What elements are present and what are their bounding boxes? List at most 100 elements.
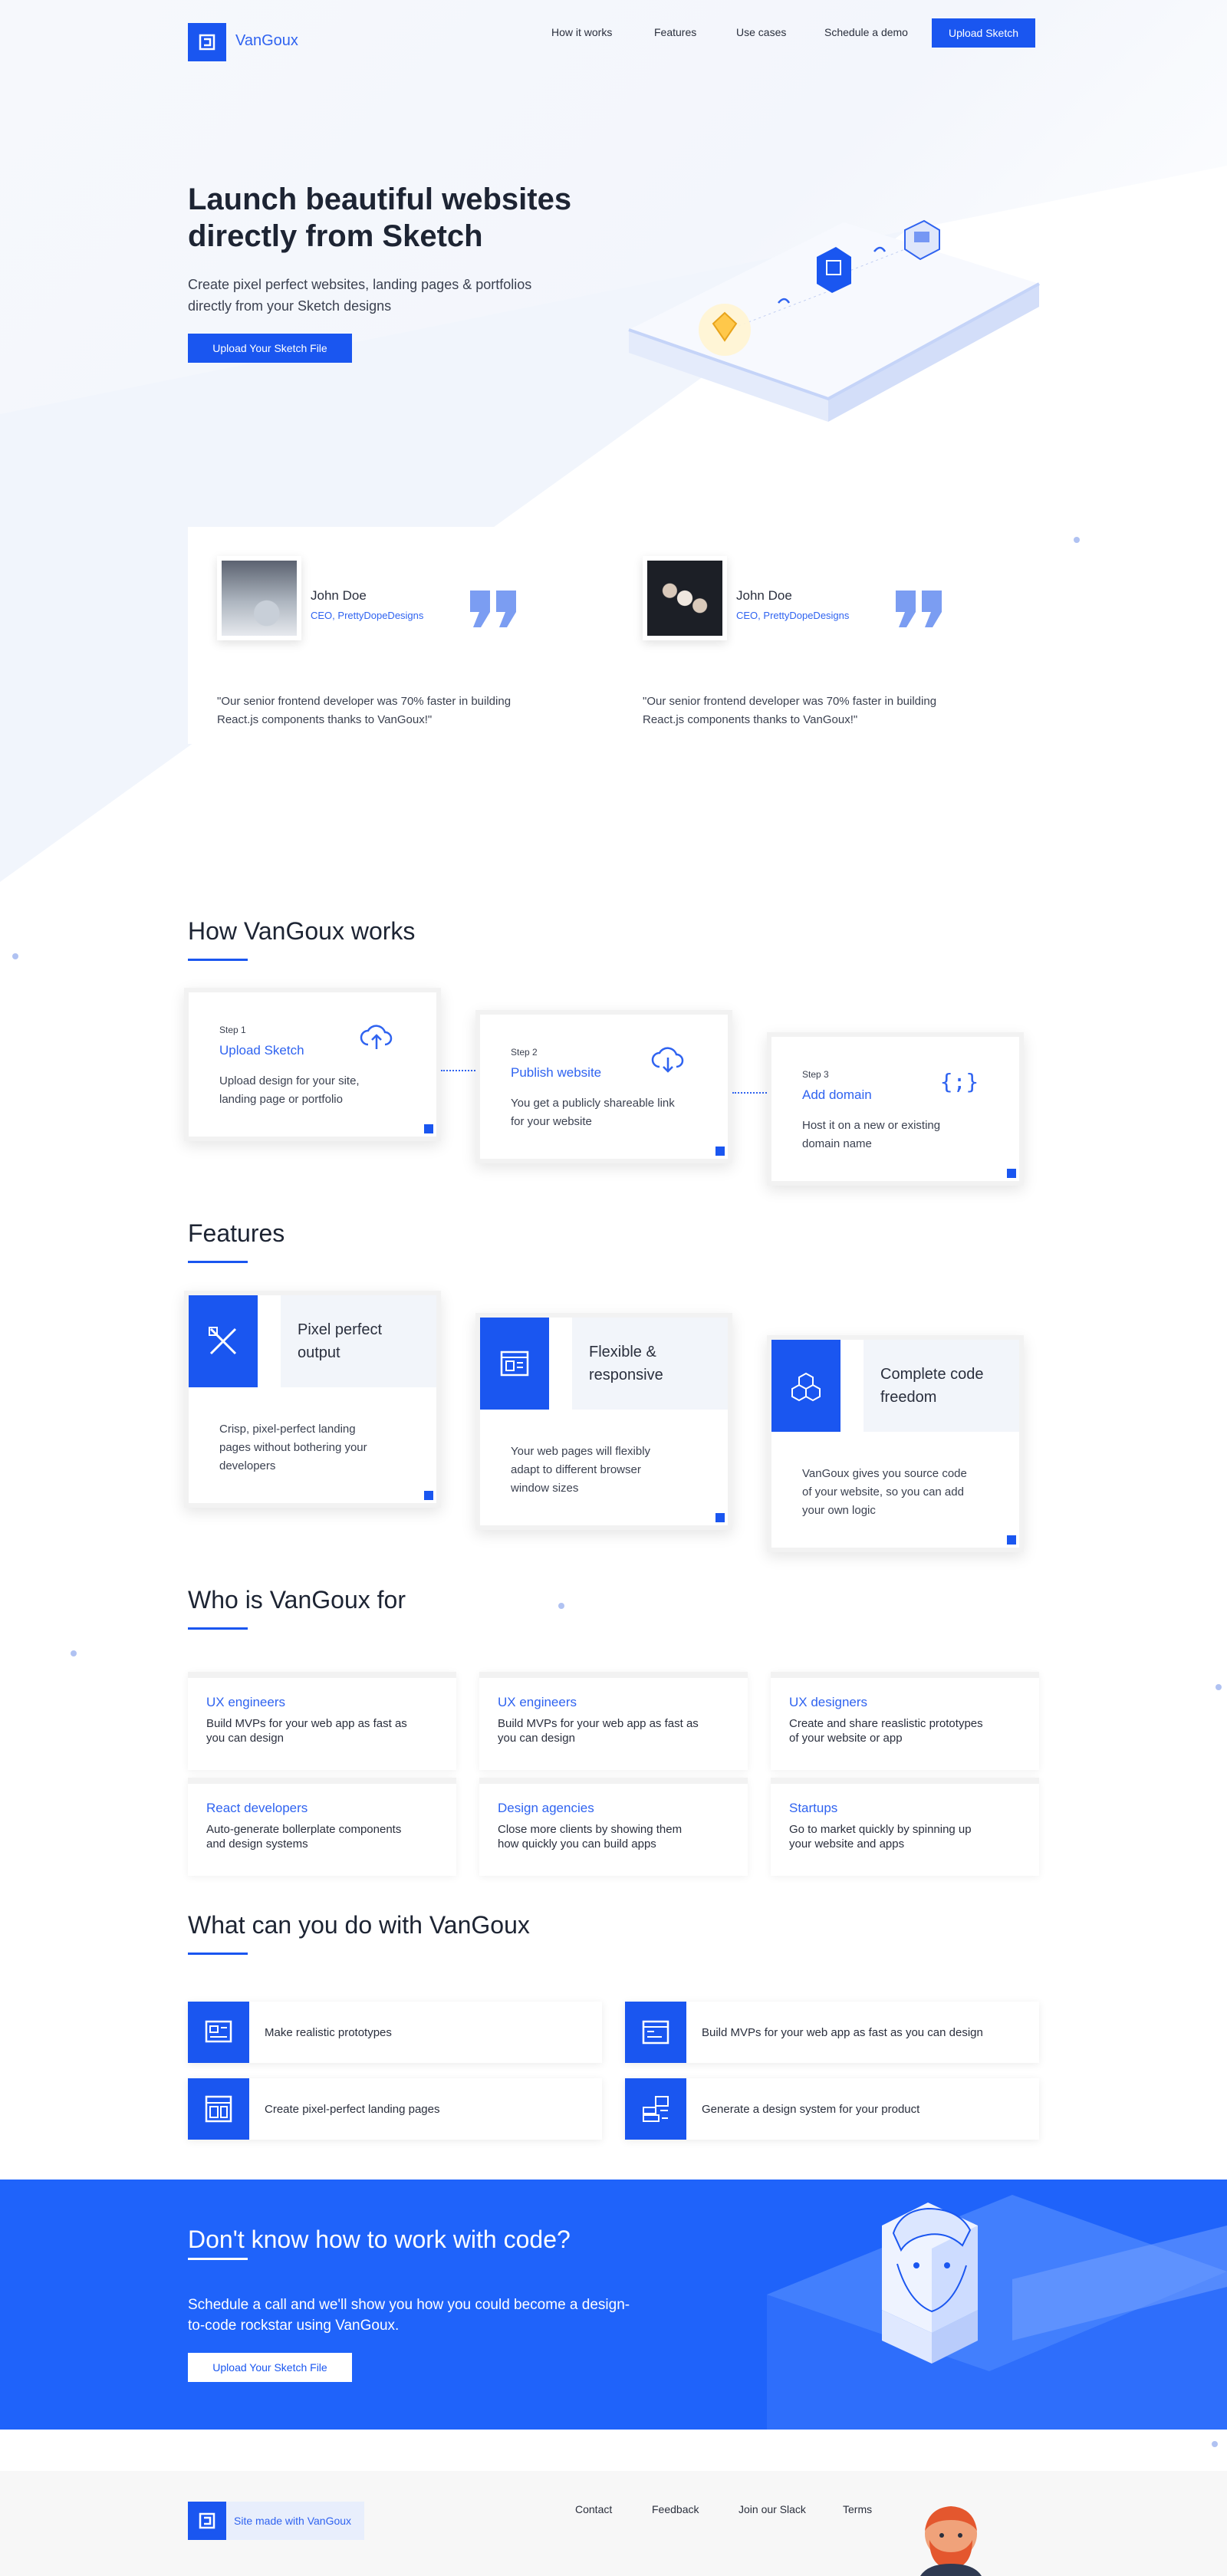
upload-sketch-button[interactable]: Upload Sketch <box>932 18 1035 48</box>
audience-card: UX engineers Build MVPs for your web app… <box>479 1672 748 1770</box>
use-case-text: Build MVPs for your web app as fast as y… <box>702 2025 983 2039</box>
cta-subtitle: Schedule a call and we'll show you how y… <box>188 2295 709 2336</box>
hero-title-line2: directly from Sketch <box>188 219 483 253</box>
step-card-1: Step 1 Upload Sketch Upload design for y… <box>184 988 441 1141</box>
who-section-title: Who is VanGoux for <box>188 1586 406 1614</box>
feature-title-line1: Complete code <box>880 1366 984 1383</box>
audience-card: UX engineers Build MVPs for your web app… <box>188 1672 456 1770</box>
cloud-download-icon <box>651 1047 684 1073</box>
footer-link-slack[interactable]: Join our Slack <box>739 2503 806 2515</box>
step-desc: Host it on a new or existing domain name <box>802 1117 986 1153</box>
hero-title: Launch beautiful websites directly from … <box>188 181 617 255</box>
audience-desc: Build MVPs for your web app as fast as yo… <box>498 1716 729 1745</box>
hero-subtitle-line2: directly from your Sketch designs <box>188 298 392 314</box>
cubes-icon <box>771 1340 840 1432</box>
sparkle-dot <box>1215 1684 1222 1690</box>
feature-title-line2: freedom <box>880 1389 937 1406</box>
testimonial-quote: "Our senior frontend developer was 70% f… <box>643 693 1011 729</box>
audience-desc: Close more clients by showing them how qu… <box>498 1822 729 1851</box>
audience-title: React developers <box>206 1801 308 1815</box>
audience-title: UX engineers <box>206 1695 286 1709</box>
step-desc: You get a publicly shareable link for yo… <box>511 1094 710 1131</box>
title-underline <box>188 1627 248 1630</box>
testimonial-card: John Doe CEO, PrettyDopeDesigns "Our sen… <box>643 556 1011 726</box>
hero-subtitle: Create pixel perfect websites, landing p… <box>188 274 617 317</box>
step-card-2: Step 2 Publish website You get a publicl… <box>475 1010 732 1163</box>
nav-how-it-works[interactable]: How it works <box>551 26 612 38</box>
audience-card: React developers Auto-generate bollerpla… <box>188 1778 456 1876</box>
logo-icon[interactable] <box>188 23 226 61</box>
step-desc-line1: Host it on a new or existing <box>802 1119 941 1132</box>
hero-isometric-illustration <box>628 219 1040 422</box>
step-number: Step 2 <box>511 1047 538 1058</box>
feature-card-1: Pixel perfect output Crisp, pixel-perfec… <box>184 1291 441 1508</box>
hero-subtitle-line1: Create pixel perfect websites, landing p… <box>188 277 532 292</box>
step-desc-line1: You get a publicly shareable link <box>511 1097 675 1110</box>
testimonial-role[interactable]: CEO, PrettyDopeDesigns <box>311 610 423 621</box>
nav-schedule-demo[interactable]: Schedule a demo <box>824 26 908 38</box>
step-desc-line1: Upload design for your site, <box>219 1074 360 1087</box>
step-number: Step 3 <box>802 1069 829 1080</box>
use-case-text: Generate a design system for your produc… <box>702 2102 920 2116</box>
testimonial-name: John Doe <box>311 588 367 603</box>
quote-icon <box>896 591 942 627</box>
braces-icon: {;} <box>942 1069 977 1094</box>
sparkle-dot <box>558 1603 564 1609</box>
audience-title: Design agencies <box>498 1801 594 1815</box>
audience-card: UX designers Create and share reaslistic… <box>771 1672 1039 1770</box>
feature-desc-line2: pages without bothering your <box>219 1441 367 1454</box>
footer: Site made with VanGoux Contact Feedback … <box>0 2471 1227 2576</box>
sparkle-dot <box>71 1650 77 1656</box>
testimonial-role[interactable]: CEO, PrettyDopeDesigns <box>736 610 849 621</box>
feature-desc-line2: of your website, so you can add <box>802 1485 964 1499</box>
feature-title-line1: Pixel perfect <box>298 1321 383 1338</box>
cta-upload-button[interactable]: Upload Your Sketch File <box>188 2353 352 2382</box>
made-with-badge[interactable]: Site made with VanGoux <box>226 2502 364 2540</box>
audience-title: Startups <box>789 1801 838 1815</box>
avatar <box>217 556 301 640</box>
audience-card: Design agencies Close more clients by sh… <box>479 1778 748 1876</box>
feature-desc-line3: developers <box>219 1459 276 1472</box>
title-underline <box>188 1953 248 1955</box>
feature-desc-line1: VanGoux gives you source code <box>802 1467 967 1480</box>
use-case-item: Build MVPs for your web app as fast as y… <box>625 2002 1039 2063</box>
connector-dots <box>732 1092 767 1094</box>
testimonial-quote-line2: React.js components thanks to VanGoux!" <box>643 713 858 726</box>
design-system-icon <box>625 2078 686 2140</box>
footer-logo-icon[interactable] <box>188 2502 226 2540</box>
cta-title: Don't know how to work with code? <box>188 2226 571 2253</box>
feature-desc: Your web pages will flexibly adapt to di… <box>511 1443 702 1498</box>
nav-features[interactable]: Features <box>654 26 696 38</box>
step-title: Publish website <box>511 1065 602 1080</box>
vangogh-avatar-icon[interactable] <box>913 2502 989 2576</box>
connector-dots <box>441 1070 475 1071</box>
card-corner-accent <box>715 1513 725 1522</box>
cando-section-title: What can you do with VanGoux <box>188 1911 530 1939</box>
hero-title-line1: Launch beautiful websites <box>188 183 572 216</box>
nav-use-cases[interactable]: Use cases <box>736 26 786 38</box>
use-case-text: Create pixel-perfect landing pages <box>265 2102 440 2116</box>
cloud-upload-icon <box>360 1025 393 1049</box>
footer-link-feedback[interactable]: Feedback <box>652 2503 699 2515</box>
step-desc-line2: landing page or portfolio <box>219 1093 343 1106</box>
card-corner-accent <box>715 1147 725 1156</box>
ruler-pencil-icon <box>189 1295 258 1387</box>
footer-link-contact[interactable]: Contact <box>575 2503 612 2515</box>
audience-desc-line1: Build MVPs for your web app as fast as <box>498 1717 699 1730</box>
feature-desc-line3: window sizes <box>511 1482 579 1495</box>
testimonial-quote-line2: React.js components thanks to VanGoux!" <box>217 713 433 726</box>
hero-upload-button[interactable]: Upload Your Sketch File <box>188 334 352 363</box>
audience-desc-line2: you can design <box>498 1732 575 1745</box>
how-section-title: How VanGoux works <box>188 917 416 945</box>
audience-desc-line2: your website and apps <box>789 1837 905 1851</box>
step-desc-line2: domain name <box>802 1137 872 1150</box>
vangogh-bust-icon <box>882 2203 978 2364</box>
testimonial-quote: "Our senior frontend developer was 70% f… <box>217 693 585 729</box>
audience-desc: Go to market quickly by spinning up your … <box>789 1822 1021 1851</box>
title-underline <box>188 959 248 961</box>
brand-name[interactable]: VanGoux <box>235 32 298 50</box>
title-underline <box>188 1261 248 1263</box>
footer-link-terms[interactable]: Terms <box>843 2503 872 2515</box>
cta-subtitle-line2: to-code rockstar using VanGoux. <box>188 2318 400 2334</box>
audience-desc-line1: Auto-generate bollerplate components <box>206 1823 402 1836</box>
